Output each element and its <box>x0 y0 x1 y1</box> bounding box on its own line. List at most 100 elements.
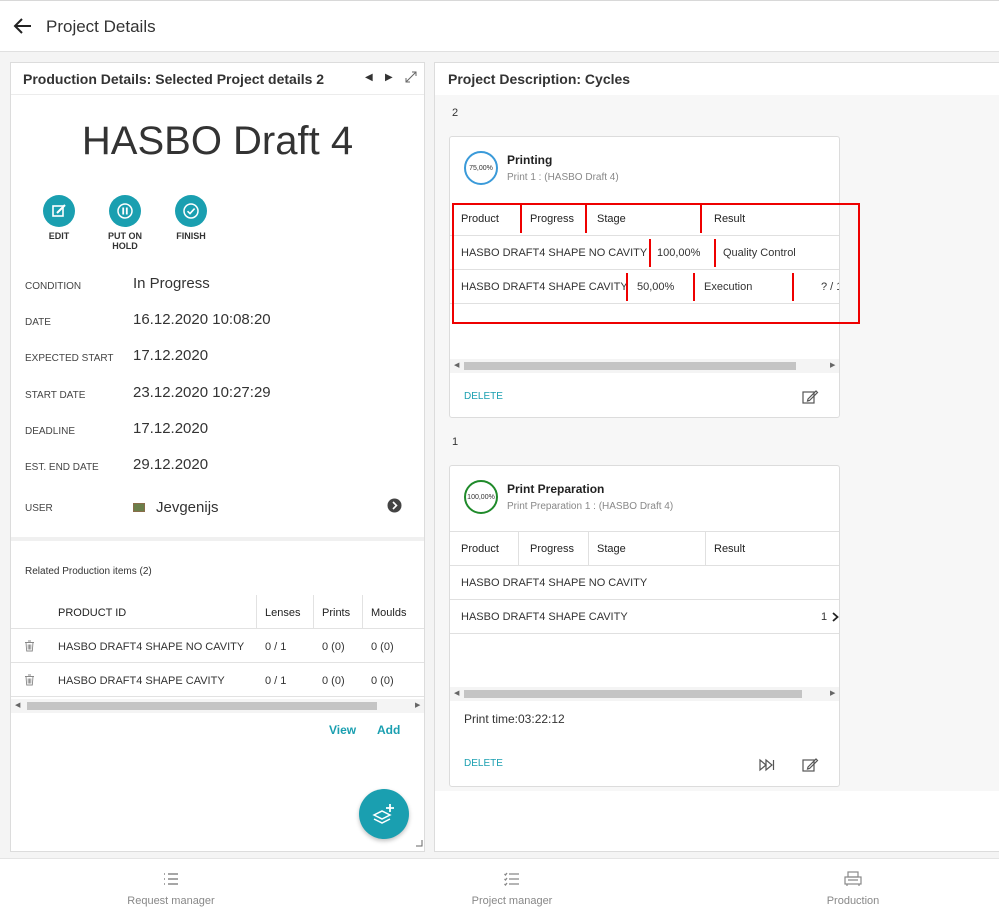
cycle-number: 2 <box>452 107 459 119</box>
avatar <box>133 503 145 512</box>
pause-icon <box>109 195 141 227</box>
skip-forward-icon[interactable] <box>758 756 776 774</box>
related-items-table: PRODUCT ID Lenses Prints Moulds HASBO DR… <box>11 595 424 697</box>
column-header[interactable]: Result <box>714 213 745 225</box>
scroll-right-icon[interactable]: ▶ <box>830 689 835 697</box>
resize-handle-icon[interactable] <box>415 839 423 847</box>
column-header[interactable]: Prints <box>322 607 350 619</box>
scroll-right-icon[interactable]: ▶ <box>415 701 420 709</box>
chevron-right-icon[interactable] <box>832 612 839 622</box>
column-header[interactable]: Product <box>461 543 499 555</box>
condition-field: CONDITION In Progress <box>25 275 210 292</box>
checklist-icon <box>504 872 519 886</box>
cycle-number: 1 <box>452 436 459 448</box>
table-header: PRODUCT ID Lenses Prints Moulds <box>11 595 424 629</box>
edit-icon[interactable] <box>801 388 819 406</box>
scroll-right-icon[interactable]: ▶ <box>830 361 835 369</box>
cycle-subtitle: Print Preparation 1 : (HASBO Draft 4) <box>507 501 674 512</box>
production-details-panel: Production Details: Selected Project det… <box>10 62 425 852</box>
date-field: DATE 16.12.2020 10:08:20 <box>25 311 271 328</box>
user-name: Jevgenijs <box>156 499 219 516</box>
list-icon <box>164 873 178 885</box>
layers-plus-icon <box>372 804 394 824</box>
table-header: Product Progress Stage Result <box>450 202 839 236</box>
scroll-left-icon[interactable]: ◀ <box>454 689 459 697</box>
panel-header: Production Details: Selected Project det… <box>11 63 424 95</box>
previous-arrow-icon[interactable]: ◀ <box>365 72 373 83</box>
chevron-right-circle-icon[interactable] <box>387 498 402 513</box>
scroll-left-icon[interactable]: ◀ <box>15 701 20 709</box>
next-arrow-icon[interactable]: ▶ <box>385 72 393 83</box>
related-items-title: Related Production items (2) <box>25 566 152 577</box>
table-row[interactable]: HASBO DRAFT4 SHAPE NO CAVITY 100,00% Qua… <box>450 236 839 270</box>
divider <box>11 537 424 541</box>
horizontal-scrollbar[interactable]: ◀ ▶ <box>450 687 839 701</box>
progress-ring: 100,00% <box>464 480 498 514</box>
cycle-title: Printing <box>507 153 553 167</box>
cycle-products-table: Product Progress Stage Result HASBO DRAF… <box>450 531 839 634</box>
scroll-left-icon[interactable]: ◀ <box>454 361 459 369</box>
printer-machine-icon <box>844 871 862 886</box>
column-header[interactable]: Stage <box>597 543 626 555</box>
cycle-title: Print Preparation <box>507 482 605 496</box>
cycle-card-print-preparation: 100,00% Print Preparation Print Preparat… <box>449 465 840 787</box>
trash-icon[interactable] <box>24 674 35 686</box>
panel-title: Project Description: Cycles <box>448 71 631 87</box>
deadline-field: DEADLINE 17.12.2020 <box>25 420 209 437</box>
print-time: Print time:03:22:12 <box>464 712 565 726</box>
column-header[interactable]: PRODUCT ID <box>58 607 126 619</box>
edit-label: EDIT <box>48 231 70 241</box>
put-on-hold-button[interactable]: PUT ON HOLD <box>95 195 155 251</box>
start-date-field: START DATE 23.12.2020 10:27:29 <box>25 384 271 401</box>
put-on-hold-label: PUT ON HOLD <box>107 231 142 251</box>
column-header[interactable]: Product <box>461 213 499 225</box>
nav-production[interactable]: Production <box>783 871 923 907</box>
edit-icon[interactable] <box>801 756 819 774</box>
scrollbar-thumb[interactable] <box>27 702 377 710</box>
cycle-card-printing: 75,00% Printing Print 1 : (HASBO Draft 4… <box>449 136 840 418</box>
cycles-list: 2 75,00% Printing Print 1 : (HASBO Draft… <box>435 95 999 791</box>
table-row[interactable]: HASBO DRAFT4 SHAPE NO CAVITY <box>450 566 839 600</box>
project-description-panel: Project Description: Cycles 2 75,00% Pri… <box>434 62 999 852</box>
trash-icon[interactable] <box>24 640 35 652</box>
column-header[interactable]: Stage <box>597 213 626 225</box>
table-row[interactable]: HASBO DRAFT4 SHAPE CAVITY 50,00% Executi… <box>450 270 839 304</box>
nav-project-manager[interactable]: Project manager <box>442 871 582 907</box>
horizontal-scrollbar[interactable]: ◀ ▶ <box>11 699 424 713</box>
column-header[interactable]: Moulds <box>371 607 406 619</box>
expand-icon[interactable] <box>405 71 417 83</box>
check-circle-icon <box>175 195 207 227</box>
page-title: Project Details <box>46 17 156 36</box>
user-field: USER Jevgenijs <box>25 497 415 517</box>
progress-ring: 75,00% <box>464 151 498 185</box>
edit-button[interactable]: EDIT <box>29 195 89 241</box>
add-link[interactable]: Add <box>377 723 400 737</box>
column-header[interactable]: Progress <box>530 213 574 225</box>
column-header[interactable]: Result <box>714 543 745 555</box>
view-link[interactable]: View <box>329 723 356 737</box>
back-arrow-icon[interactable] <box>12 15 34 37</box>
column-header[interactable]: Lenses <box>265 607 300 619</box>
horizontal-scrollbar[interactable]: ◀ ▶ <box>450 359 839 373</box>
top-bar: Project Details <box>0 0 999 52</box>
table-row[interactable]: HASBO DRAFT4 SHAPE CAVITY 0 / 1 0 (0) 0 … <box>11 663 424 697</box>
add-layer-button[interactable] <box>359 789 409 839</box>
column-header[interactable]: Progress <box>530 543 574 555</box>
expected-start-field: EXPECTED START 17.12.2020 <box>25 347 209 364</box>
finish-button[interactable]: FINISH <box>161 195 221 241</box>
nav-request-manager[interactable]: Request manager <box>101 871 241 907</box>
panel-title: Production Details: Selected Project det… <box>23 71 325 87</box>
cycle-subtitle: Print 1 : (HASBO Draft 4) <box>507 172 619 183</box>
table-row[interactable]: HASBO DRAFT4 SHAPE CAVITY 1 <box>450 600 839 634</box>
table-row[interactable]: HASBO DRAFT4 SHAPE NO CAVITY 0 / 1 0 (0)… <box>11 629 424 663</box>
edit-icon <box>43 195 75 227</box>
bottom-navigation: Request manager Project manager Producti… <box>0 858 999 912</box>
project-name: HASBO Draft 4 <box>81 119 354 163</box>
table-header: Product Progress Stage Result <box>450 532 839 566</box>
cycle-products-table: Product Progress Stage Result HASBO DRAF… <box>450 202 839 304</box>
scrollbar-thumb[interactable] <box>464 690 802 698</box>
finish-label: FINISH <box>176 231 206 241</box>
delete-button[interactable]: DELETE <box>464 758 503 769</box>
delete-button[interactable]: DELETE <box>464 391 503 402</box>
scrollbar-thumb[interactable] <box>464 362 796 370</box>
